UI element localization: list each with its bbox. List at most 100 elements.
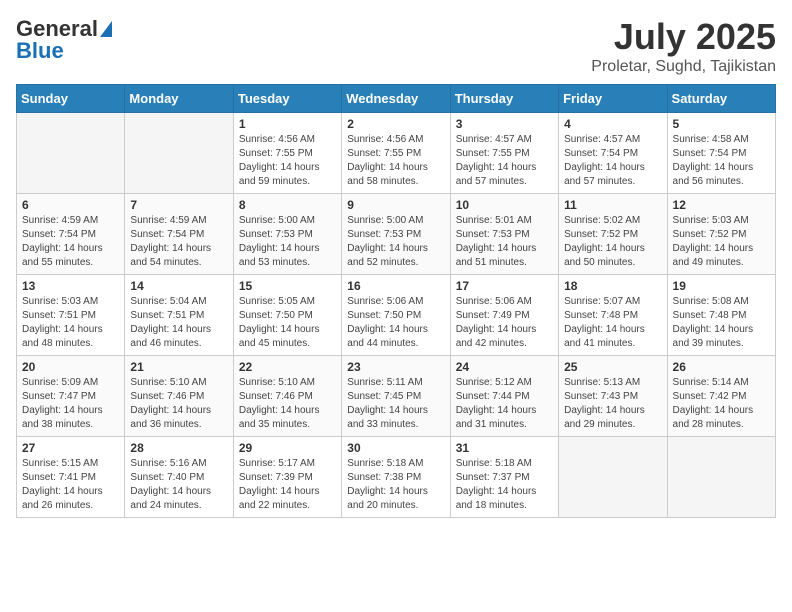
day-number: 25 <box>564 360 661 374</box>
day-info: Sunrise: 5:12 AMSunset: 7:44 PMDaylight:… <box>456 376 553 432</box>
calendar-table: SundayMondayTuesdayWednesdayThursdayFrid… <box>16 84 776 518</box>
day-info: Sunrise: 5:04 AMSunset: 7:51 PMDaylight:… <box>130 295 227 351</box>
calendar-cell: 4 Sunrise: 4:57 AMSunset: 7:54 PMDaylight… <box>559 113 667 194</box>
day-number: 12 <box>673 198 770 212</box>
calendar-week-2: 6 Sunrise: 4:59 AMSunset: 7:54 PMDaylight… <box>17 194 776 275</box>
calendar-cell: 5 Sunrise: 4:58 AMSunset: 7:54 PMDaylight… <box>667 113 775 194</box>
day-number: 1 <box>239 117 336 131</box>
day-number: 28 <box>130 441 227 455</box>
day-info: Sunrise: 4:56 AMSunset: 7:55 PMDaylight:… <box>239 133 336 189</box>
calendar-cell: 27Sunrise: 5:15 AMSunset: 7:41 PMDayligh… <box>17 437 125 518</box>
calendar-cell: 9Sunrise: 5:00 AMSunset: 7:53 PMDaylight… <box>342 194 450 275</box>
day-number: 3 <box>456 117 553 131</box>
day-info: Sunrise: 4:59 AMSunset: 7:54 PMDaylight:… <box>22 214 119 270</box>
day-info: Sunrise: 5:00 AMSunset: 7:53 PMDaylight:… <box>347 214 444 270</box>
day-info: Sunrise: 5:07 AMSunset: 7:48 PMDaylight:… <box>564 295 661 351</box>
day-info: Sunrise: 4:57 AMSunset: 7:54 PMDaylight:… <box>564 133 661 189</box>
weekday-header-thursday: Thursday <box>450 85 558 113</box>
day-number: 23 <box>347 360 444 374</box>
day-number: 15 <box>239 279 336 293</box>
calendar-cell: 15 Sunrise: 5:05 AMSunset: 7:50 PMDayligh… <box>233 275 341 356</box>
day-number: 29 <box>239 441 336 455</box>
calendar-cell: 19Sunrise: 5:08 AMSunset: 7:48 PMDayligh… <box>667 275 775 356</box>
calendar-cell: 23 Sunrise: 5:11 AMSunset: 7:45 PMDayligh… <box>342 356 450 437</box>
location-title: Proletar, Sughd, Tajikistan <box>591 58 776 76</box>
calendar-cell: 21 Sunrise: 5:10 AMSunset: 7:46 PMDayligh… <box>125 356 233 437</box>
day-number: 26 <box>673 360 770 374</box>
calendar-cell: 10 Sunrise: 5:01 AMSunset: 7:53 PMDayligh… <box>450 194 558 275</box>
day-info: Sunrise: 5:06 AMSunset: 7:49 PMDaylight:… <box>456 295 553 351</box>
day-info: Sunrise: 5:00 AMSunset: 7:53 PMDaylight:… <box>239 214 336 270</box>
day-number: 5 <box>673 117 770 131</box>
day-number: 31 <box>456 441 553 455</box>
day-number: 17 <box>456 279 553 293</box>
day-number: 30 <box>347 441 444 455</box>
calendar-cell: 13Sunrise: 5:03 AMSunset: 7:51 PMDayligh… <box>17 275 125 356</box>
logo-blue: Blue <box>16 38 64 64</box>
day-number: 18 <box>564 279 661 293</box>
calendar-cell: 25 Sunrise: 5:13 AMSunset: 7:43 PMDayligh… <box>559 356 667 437</box>
day-info: Sunrise: 4:59 AMSunset: 7:54 PMDaylight:… <box>130 214 227 270</box>
weekday-header-tuesday: Tuesday <box>233 85 341 113</box>
day-info: Sunrise: 5:09 AMSunset: 7:47 PMDaylight:… <box>22 376 119 432</box>
day-info: Sunrise: 5:14 AMSunset: 7:42 PMDaylight:… <box>673 376 770 432</box>
day-number: 2 <box>347 117 444 131</box>
calendar-cell: 29 Sunrise: 5:17 AMSunset: 7:39 PMDayligh… <box>233 437 341 518</box>
calendar-cell: 30 Sunrise: 5:18 AMSunset: 7:38 PMDayligh… <box>342 437 450 518</box>
calendar-week-1: 1 Sunrise: 4:56 AMSunset: 7:55 PMDaylight… <box>17 113 776 194</box>
day-number: 19 <box>673 279 770 293</box>
logo: General Blue <box>16 16 112 64</box>
day-number: 16 <box>347 279 444 293</box>
day-info: Sunrise: 5:16 AMSunset: 7:40 PMDaylight:… <box>130 457 227 513</box>
day-info: Sunrise: 5:03 AMSunset: 7:52 PMDaylight:… <box>673 214 770 270</box>
calendar-cell: 31 Sunrise: 5:18 AMSunset: 7:37 PMDayligh… <box>450 437 558 518</box>
day-info: Sunrise: 5:02 AMSunset: 7:52 PMDaylight:… <box>564 214 661 270</box>
day-number: 24 <box>456 360 553 374</box>
day-info: Sunrise: 5:01 AMSunset: 7:53 PMDaylight:… <box>456 214 553 270</box>
day-info: Sunrise: 5:18 AMSunset: 7:37 PMDaylight:… <box>456 457 553 513</box>
day-info: Sunrise: 5:06 AMSunset: 7:50 PMDaylight:… <box>347 295 444 351</box>
day-number: 21 <box>130 360 227 374</box>
calendar-cell: 17 Sunrise: 5:06 AMSunset: 7:49 PMDayligh… <box>450 275 558 356</box>
calendar-cell: 20 Sunrise: 5:09 AMSunset: 7:47 PMDayligh… <box>17 356 125 437</box>
calendar-cell: 2Sunrise: 4:56 AMSunset: 7:55 PMDaylight… <box>342 113 450 194</box>
day-info: Sunrise: 5:11 AMSunset: 7:45 PMDaylight:… <box>347 376 444 432</box>
calendar-cell: 24 Sunrise: 5:12 AMSunset: 7:44 PMDayligh… <box>450 356 558 437</box>
day-number: 11 <box>564 198 661 212</box>
weekday-header-wednesday: Wednesday <box>342 85 450 113</box>
calendar-week-4: 20 Sunrise: 5:09 AMSunset: 7:47 PMDayligh… <box>17 356 776 437</box>
calendar-cell: 18 Sunrise: 5:07 AMSunset: 7:48 PMDayligh… <box>559 275 667 356</box>
day-info: Sunrise: 5:10 AMSunset: 7:46 PMDaylight:… <box>130 376 227 432</box>
calendar-cell: 1 Sunrise: 4:56 AMSunset: 7:55 PMDaylight… <box>233 113 341 194</box>
calendar-cell: 6 Sunrise: 4:59 AMSunset: 7:54 PMDaylight… <box>17 194 125 275</box>
calendar-cell: 22 Sunrise: 5:10 AMSunset: 7:46 PMDayligh… <box>233 356 341 437</box>
weekday-header-friday: Friday <box>559 85 667 113</box>
day-info: Sunrise: 5:18 AMSunset: 7:38 PMDaylight:… <box>347 457 444 513</box>
calendar-cell: 12 Sunrise: 5:03 AMSunset: 7:52 PMDayligh… <box>667 194 775 275</box>
logo-triangle-icon <box>100 21 112 37</box>
day-number: 8 <box>239 198 336 212</box>
title-block: July 2025 Proletar, Sughd, Tajikistan <box>591 16 776 76</box>
day-info: Sunrise: 5:17 AMSunset: 7:39 PMDaylight:… <box>239 457 336 513</box>
day-number: 6 <box>22 198 119 212</box>
day-info: Sunrise: 4:57 AMSunset: 7:55 PMDaylight:… <box>456 133 553 189</box>
day-info: Sunrise: 5:05 AMSunset: 7:50 PMDaylight:… <box>239 295 336 351</box>
calendar-week-5: 27Sunrise: 5:15 AMSunset: 7:41 PMDayligh… <box>17 437 776 518</box>
day-number: 13 <box>22 279 119 293</box>
day-info: Sunrise: 5:10 AMSunset: 7:46 PMDaylight:… <box>239 376 336 432</box>
calendar-cell: 28 Sunrise: 5:16 AMSunset: 7:40 PMDayligh… <box>125 437 233 518</box>
day-number: 22 <box>239 360 336 374</box>
day-number: 7 <box>130 198 227 212</box>
day-info: Sunrise: 5:13 AMSunset: 7:43 PMDaylight:… <box>564 376 661 432</box>
month-title: July 2025 <box>591 16 776 58</box>
calendar-cell: 14Sunrise: 5:04 AMSunset: 7:51 PMDayligh… <box>125 275 233 356</box>
weekday-header-saturday: Saturday <box>667 85 775 113</box>
day-info: Sunrise: 4:58 AMSunset: 7:54 PMDaylight:… <box>673 133 770 189</box>
day-number: 10 <box>456 198 553 212</box>
day-number: 20 <box>22 360 119 374</box>
day-info: Sunrise: 5:15 AMSunset: 7:41 PMDaylight:… <box>22 457 119 513</box>
calendar-cell: 16 Sunrise: 5:06 AMSunset: 7:50 PMDayligh… <box>342 275 450 356</box>
calendar-cell: 11 Sunrise: 5:02 AMSunset: 7:52 PMDayligh… <box>559 194 667 275</box>
calendar-cell: 26 Sunrise: 5:14 AMSunset: 7:42 PMDayligh… <box>667 356 775 437</box>
day-number: 4 <box>564 117 661 131</box>
